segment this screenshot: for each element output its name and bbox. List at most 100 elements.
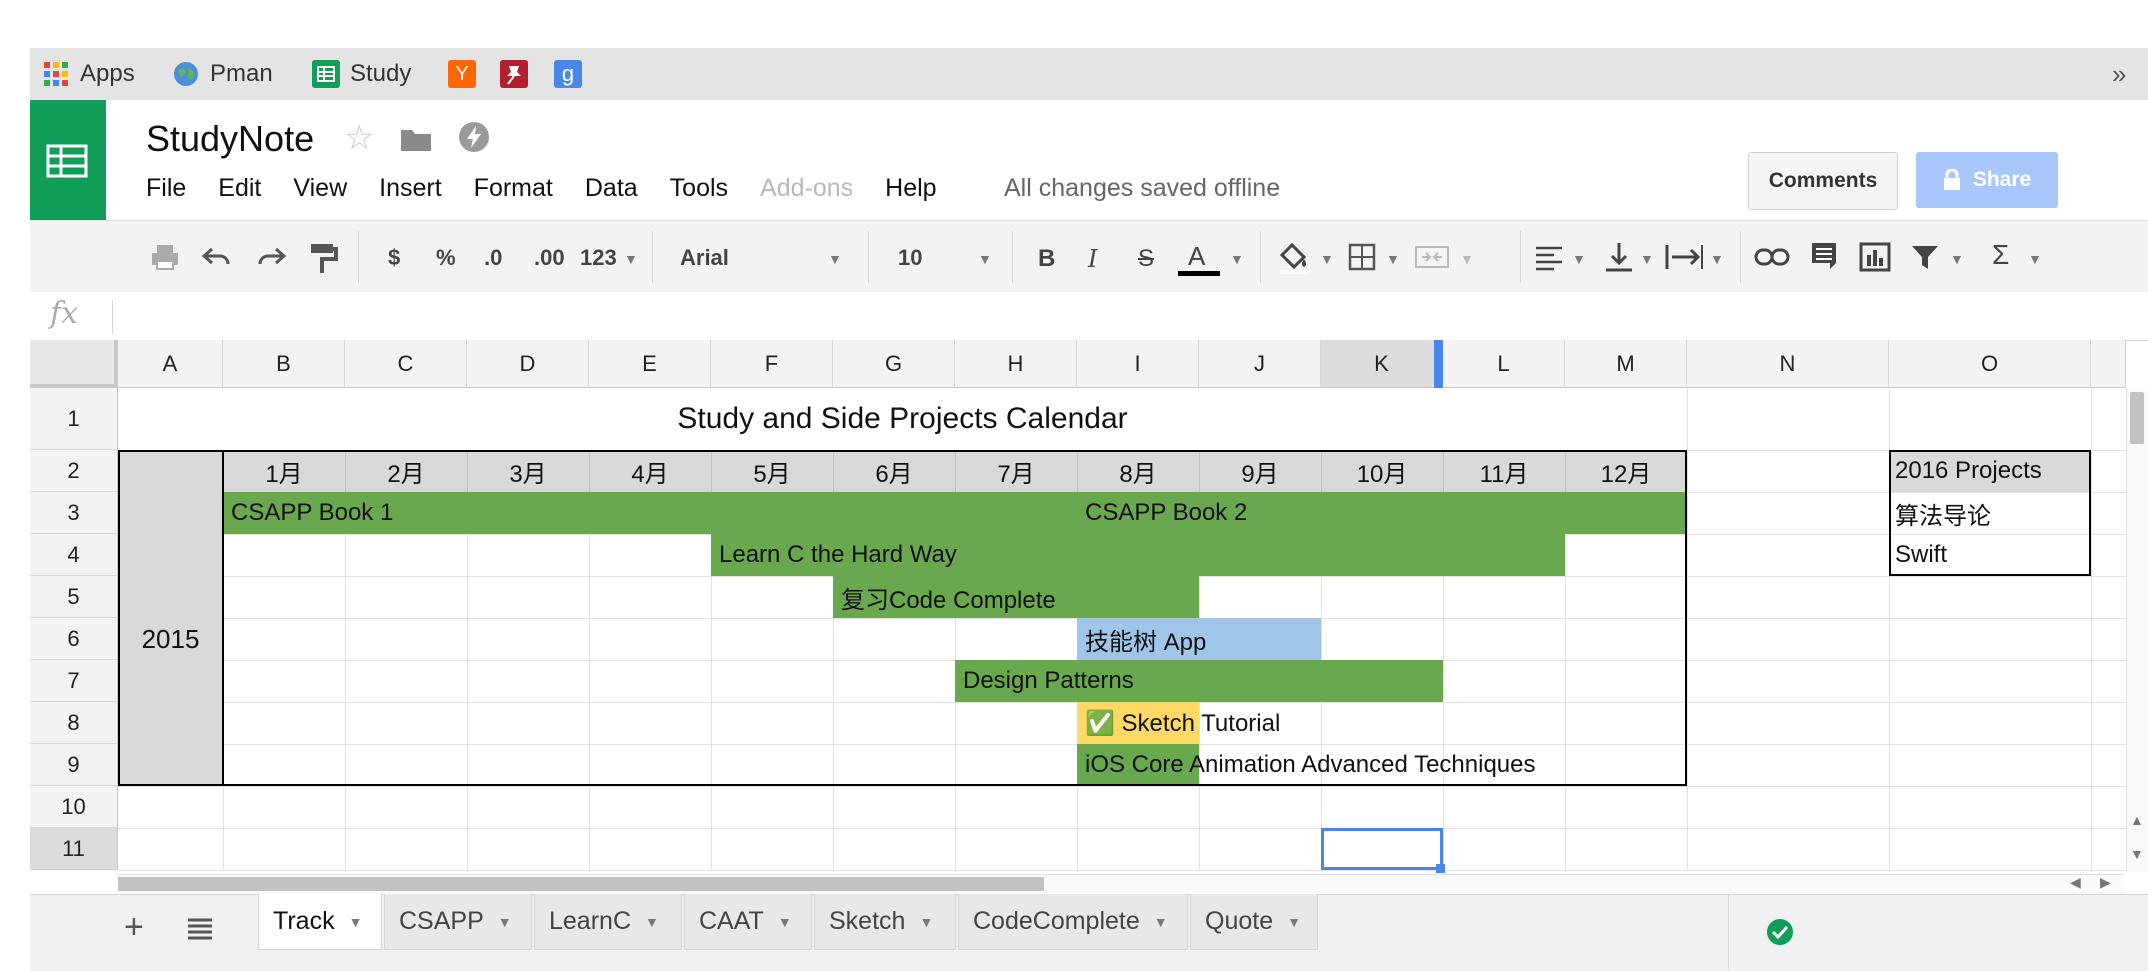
offline-status-icon[interactable] xyxy=(458,121,490,158)
increase-decimal-button[interactable]: .00 xyxy=(534,245,565,271)
insert-comment-icon[interactable] xyxy=(1810,241,1838,271)
formula-bar[interactable] xyxy=(30,292,2148,341)
decrease-decimal-button[interactable]: .0 xyxy=(484,245,502,271)
row-header-9[interactable]: 9 xyxy=(30,744,118,786)
comments-button[interactable]: Comments xyxy=(1748,152,1898,210)
offline-sync-check-icon[interactable] xyxy=(1766,918,1794,946)
borders-icon[interactable] xyxy=(1348,243,1376,271)
filter-icon[interactable] xyxy=(1910,243,1940,271)
document-title[interactable]: StudyNote xyxy=(146,118,314,160)
vertical-scroll-thumb[interactable] xyxy=(2130,392,2144,444)
row-header-10[interactable]: 10 xyxy=(30,786,118,828)
menu-file[interactable]: File xyxy=(146,174,186,208)
undo-icon[interactable] xyxy=(202,245,232,271)
add-sheet-button[interactable]: + xyxy=(124,908,144,947)
select-all-corner[interactable] xyxy=(30,340,118,388)
column-header-a[interactable]: A xyxy=(118,340,223,388)
row-header-2[interactable]: 2 xyxy=(30,450,118,492)
scroll-left-icon[interactable]: ◀ xyxy=(2070,874,2081,891)
bookmarks-overflow[interactable]: » xyxy=(2112,58,2126,90)
sheet-tab-learnc[interactable]: LearnC ▼ xyxy=(534,894,682,950)
menu-insert[interactable]: Insert xyxy=(379,174,442,208)
currency-format-button[interactable]: $ xyxy=(388,245,400,271)
bookmark-pman[interactable]: Pman xyxy=(172,58,273,90)
menu-data[interactable]: Data xyxy=(585,174,638,208)
folder-icon[interactable] xyxy=(400,126,432,157)
bookmark-pin[interactable] xyxy=(500,58,538,90)
scroll-down-icon[interactable]: ▼ xyxy=(2130,846,2144,862)
bookmark-study[interactable]: Study xyxy=(312,58,411,90)
column-header-j[interactable]: J xyxy=(1199,340,1321,388)
italic-button[interactable]: I xyxy=(1088,245,1097,273)
column-header-g[interactable]: G xyxy=(833,340,955,388)
vertical-align-icon[interactable] xyxy=(1604,241,1634,273)
insert-chart-icon[interactable] xyxy=(1858,241,1892,273)
sheet-tab-caat[interactable]: CAAT ▼ xyxy=(684,894,812,950)
bold-button[interactable]: B xyxy=(1038,245,1055,273)
sheet-tab-quote[interactable]: Quote ▼ xyxy=(1190,894,1318,950)
percent-format-button[interactable]: % xyxy=(436,245,456,271)
column-header-d[interactable]: D xyxy=(467,340,589,388)
column-resize-handle[interactable] xyxy=(1434,340,1443,388)
row-header-5[interactable]: 5 xyxy=(30,576,118,618)
text-color-button[interactable]: A xyxy=(1188,241,1205,272)
row-header-1[interactable]: 1 xyxy=(30,388,118,450)
scroll-right-icon[interactable]: ▶ xyxy=(2100,874,2111,891)
menu-help[interactable]: Help xyxy=(885,174,936,208)
fill-handle[interactable] xyxy=(1436,864,1445,873)
column-header-i[interactable]: I xyxy=(1077,340,1199,388)
row-header-6[interactable]: 6 xyxy=(30,618,118,660)
strikethrough-button[interactable]: S xyxy=(1138,245,1154,273)
sheet-tab-codecomplete[interactable]: CodeComplete ▼ xyxy=(958,894,1188,950)
chevron-down-icon[interactable]: ▼ xyxy=(919,914,933,930)
chevron-down-icon[interactable]: ▼ xyxy=(1287,914,1301,930)
number-format-dropdown[interactable]: 123 xyxy=(580,245,617,271)
menu-view[interactable]: View xyxy=(293,174,347,208)
column-header-f[interactable]: F xyxy=(711,340,833,388)
font-family-dropdown[interactable]: Arial xyxy=(680,245,729,271)
menu-tools[interactable]: Tools xyxy=(670,174,728,208)
column-header-c[interactable]: C xyxy=(345,340,467,388)
sheet-tab-csapp[interactable]: CSAPP ▼ xyxy=(384,894,532,950)
scroll-up-icon[interactable]: ▲ xyxy=(2130,812,2144,828)
insert-link-icon[interactable] xyxy=(1754,247,1790,267)
bookmark-hacker-news[interactable]: Y xyxy=(448,58,486,90)
column-header-o[interactable]: O xyxy=(1889,340,2091,388)
column-header-h[interactable]: H xyxy=(955,340,1077,388)
sheet-tab-sketch[interactable]: Sketch ▼ xyxy=(814,894,956,950)
sheets-logo[interactable] xyxy=(30,100,106,220)
print-icon[interactable] xyxy=(150,243,180,271)
sheet-tab-track[interactable]: Track ▼ xyxy=(258,894,382,950)
selected-cell[interactable] xyxy=(1321,828,1443,870)
redo-icon[interactable] xyxy=(256,245,286,271)
row-header-11[interactable]: 11 xyxy=(30,828,118,870)
bookmark-apps[interactable]: Apps xyxy=(42,58,135,90)
bookmark-google[interactable]: g xyxy=(554,58,592,90)
column-header-b[interactable]: B xyxy=(223,340,345,388)
column-header-e[interactable]: E xyxy=(589,340,711,388)
column-header-k[interactable]: K xyxy=(1321,340,1443,388)
row-header-7[interactable]: 7 xyxy=(30,660,118,702)
menu-format[interactable]: Format xyxy=(474,174,553,208)
functions-button[interactable]: Σ xyxy=(1992,239,2009,271)
all-sheets-menu-icon[interactable] xyxy=(186,916,214,940)
chevron-down-icon[interactable]: ▼ xyxy=(498,914,512,930)
share-button[interactable]: Share xyxy=(1916,152,2058,208)
merge-cells-icon[interactable] xyxy=(1414,243,1450,271)
column-header-n[interactable]: N xyxy=(1687,340,1889,388)
vertical-scrollbar[interactable] xyxy=(2126,388,2148,872)
row-header-8[interactable]: 8 xyxy=(30,702,118,744)
chevron-down-icon[interactable]: ▼ xyxy=(349,914,363,930)
column-header-m[interactable]: M xyxy=(1565,340,1687,388)
chevron-down-icon[interactable]: ▼ xyxy=(645,914,659,930)
chevron-down-icon[interactable]: ▼ xyxy=(778,914,792,930)
horizontal-scroll-thumb[interactable] xyxy=(118,877,1044,891)
star-icon[interactable]: ☆ xyxy=(344,118,374,158)
fill-color-icon[interactable] xyxy=(1276,239,1312,275)
calendar-title[interactable]: Study and Side Projects Calendar xyxy=(118,388,1687,450)
paint-format-icon[interactable] xyxy=(308,241,338,275)
font-size-dropdown[interactable]: 10 xyxy=(898,245,922,271)
text-wrap-icon[interactable] xyxy=(1664,243,1704,271)
row-header-4[interactable]: 4 xyxy=(30,534,118,576)
menu-addons[interactable]: Add-ons xyxy=(760,174,853,208)
